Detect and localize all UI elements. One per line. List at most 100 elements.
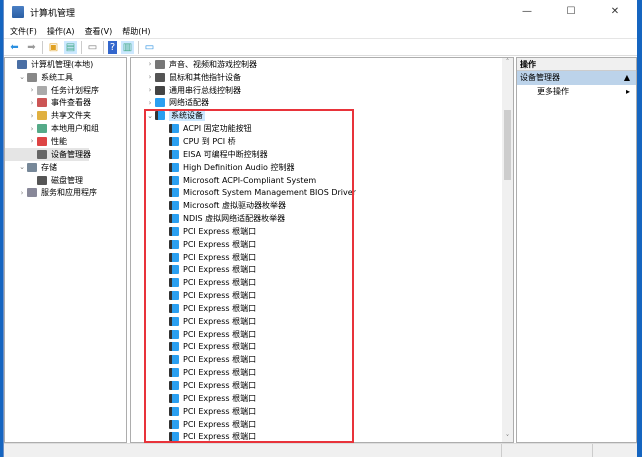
collapsed-icon[interactable]: › — [145, 60, 155, 68]
device-item[interactable]: ACPI 固定功能按钮 — [145, 122, 513, 135]
device-item[interactable]: PCI Express 根端口 — [145, 251, 513, 264]
device-category[interactable]: › 网络适配器 — [145, 97, 513, 110]
tree-item[interactable]: › 共享文件夹 — [5, 109, 126, 122]
minimize-button[interactable]: — — [505, 0, 549, 24]
device-icon — [169, 291, 179, 301]
device-item[interactable]: PCI Express 根端口 — [145, 392, 513, 405]
tree-item[interactable]: › 性能 — [5, 135, 126, 148]
expand-icon[interactable]: ⌄ — [145, 112, 155, 120]
tree-item[interactable]: › 事件查看器 — [5, 97, 126, 110]
device-item[interactable]: PCI Express 根端口 — [145, 353, 513, 366]
collapsed-icon[interactable]: › — [145, 73, 155, 81]
tree-item-label: 任务计划程序 — [51, 85, 99, 95]
device-item[interactable]: EISA 可编程中断控制器 — [145, 148, 513, 161]
expand-icon[interactable]: ⌄ — [17, 73, 27, 81]
tree-item[interactable]: › 任务计划程序 — [5, 84, 126, 97]
tree-item[interactable]: › 服务和应用程序 — [5, 186, 126, 199]
menu-view[interactable]: 查看(V) — [85, 26, 113, 37]
tree-item-label: 本地用户和组 — [51, 124, 99, 134]
close-button[interactable]: ✕ — [593, 0, 637, 24]
device-item[interactable]: PCI Express 根端口 — [145, 328, 513, 341]
device-item[interactable]: Microsoft 虚拟驱动器枚举器 — [145, 199, 513, 212]
actions-section-device-manager[interactable]: 设备管理器 ▲ — [517, 71, 636, 85]
device-item[interactable]: CPU 到 PCI 桥 — [145, 135, 513, 148]
tree-item[interactable]: 计算机管理(本地) — [5, 58, 126, 71]
show-hide-tree-icon[interactable]: ▤ — [64, 40, 77, 54]
device-category-system-devices[interactable]: ⌄ 系统设备 — [145, 109, 513, 122]
device-item[interactable]: PCI Express 根端口 — [145, 379, 513, 392]
tree-item[interactable]: 磁盘管理 — [5, 174, 126, 187]
device-label: PCI Express 根端口 — [183, 239, 257, 249]
properties-icon[interactable]: ▭ — [86, 41, 99, 54]
forward-icon[interactable]: ➡ — [25, 41, 38, 54]
collapsed-icon[interactable]: › — [27, 86, 37, 94]
device-label: PCI Express 根端口 — [183, 252, 257, 262]
device-item[interactable]: PCI Express 根端口 — [145, 302, 513, 315]
device-item[interactable]: PCI Express 根端口 — [145, 264, 513, 277]
tree-item[interactable]: ⌄ 存储 — [5, 161, 126, 174]
menu-help[interactable]: 帮助(H) — [122, 26, 150, 37]
action-pane-icon[interactable]: ▥ — [121, 40, 134, 54]
collapsed-icon[interactable]: › — [27, 137, 37, 145]
device-category[interactable]: › 声音、视频和游戏控制器 — [145, 58, 513, 71]
device-item[interactable]: PCI Express 根端口 — [145, 315, 513, 328]
device-item[interactable]: PCI Express 根端口 — [145, 238, 513, 251]
collapsed-icon[interactable]: › — [27, 99, 37, 107]
collapsed-icon[interactable]: › — [145, 86, 155, 94]
system-devices-icon — [155, 111, 165, 121]
device-item[interactable]: PCI Express 根端口 — [145, 341, 513, 354]
device-category[interactable]: › 鼠标和其他指针设备 — [145, 71, 513, 84]
device-item[interactable]: PCI Express 根端口 — [145, 366, 513, 379]
device-icon — [169, 214, 179, 224]
device-item[interactable]: PCI Express 根端口 — [145, 225, 513, 238]
device-item[interactable]: PCI Express 根端口 — [145, 289, 513, 302]
collapsed-icon[interactable]: › — [27, 112, 37, 120]
collapsed-icon[interactable]: › — [17, 189, 27, 197]
device-icon — [169, 239, 179, 249]
device-icon — [169, 175, 179, 185]
menu-file[interactable]: 文件(F) — [10, 26, 37, 37]
device-category[interactable]: › 通用串行总线控制器 — [145, 84, 513, 97]
tree-item-icon — [37, 136, 47, 146]
up-folder-icon[interactable]: ▣ — [47, 41, 60, 54]
device-item[interactable]: Microsoft System Management BIOS Driver — [145, 186, 513, 199]
tree-item[interactable]: › 本地用户和组 — [5, 122, 126, 135]
device-icon — [169, 368, 179, 378]
collapse-icon[interactable]: ▲ — [624, 71, 630, 85]
scroll-up-icon[interactable]: ˄ — [502, 58, 513, 66]
device-icon — [169, 124, 179, 134]
more-actions[interactable]: 更多操作 ▸ — [517, 85, 636, 99]
device-icon — [169, 265, 179, 275]
tree-item[interactable]: 设备管理器 — [5, 147, 91, 161]
device-label: NDIS 虚拟网络适配器枚举器 — [183, 214, 286, 224]
device-label: PCI Express 根端口 — [183, 291, 257, 301]
device-label: PCI Express 根端口 — [183, 406, 257, 416]
expand-icon[interactable]: ⌄ — [17, 163, 27, 171]
computer-management-window: 计算机管理 — ☐ ✕ 文件(F) 操作(A) 查看(V) 帮助(H) ⬅ ➡ … — [3, 0, 637, 457]
maximize-button[interactable]: ☐ — [549, 0, 593, 24]
navigation-tree: 计算机管理(本地) ⌄ 系统工具 › 任务计划程序 › 事件查看器 › 共享文件夹 › 本地用户和组… — [4, 57, 127, 443]
device-item[interactable]: Microsoft ACPI-Compliant System — [145, 174, 513, 187]
scrollbar-thumb[interactable] — [504, 110, 511, 180]
scroll-down-icon[interactable]: ˅ — [502, 434, 513, 442]
category-icon — [155, 98, 165, 108]
device-item[interactable]: PCI Express 根端口 — [145, 430, 513, 443]
tree-item[interactable]: ⌄ 系统工具 — [5, 71, 126, 84]
device-icon — [169, 316, 179, 326]
device-item[interactable]: PCI Express 根端口 — [145, 276, 513, 289]
menu-action[interactable]: 操作(A) — [47, 26, 75, 37]
status-divider — [592, 444, 593, 457]
collapsed-icon[interactable]: › — [27, 125, 37, 133]
back-icon[interactable]: ⬅ — [8, 41, 21, 54]
device-item[interactable]: PCI Express 根端口 — [145, 405, 513, 418]
device-label: ACPI 固定功能按钮 — [183, 124, 252, 134]
device-item[interactable]: PCI Express 根端口 — [145, 418, 513, 431]
help-icon[interactable]: ? — [108, 40, 117, 54]
device-item[interactable]: NDIS 虚拟网络适配器枚举器 — [145, 212, 513, 225]
device-item[interactable]: High Definition Audio 控制器 — [145, 161, 513, 174]
device-icon — [169, 226, 179, 236]
device-icon — [169, 381, 179, 391]
monitor-icon[interactable]: ▭ — [143, 41, 156, 54]
vertical-scrollbar[interactable]: ˄ ˅ — [502, 58, 513, 442]
collapsed-icon[interactable]: › — [145, 99, 155, 107]
